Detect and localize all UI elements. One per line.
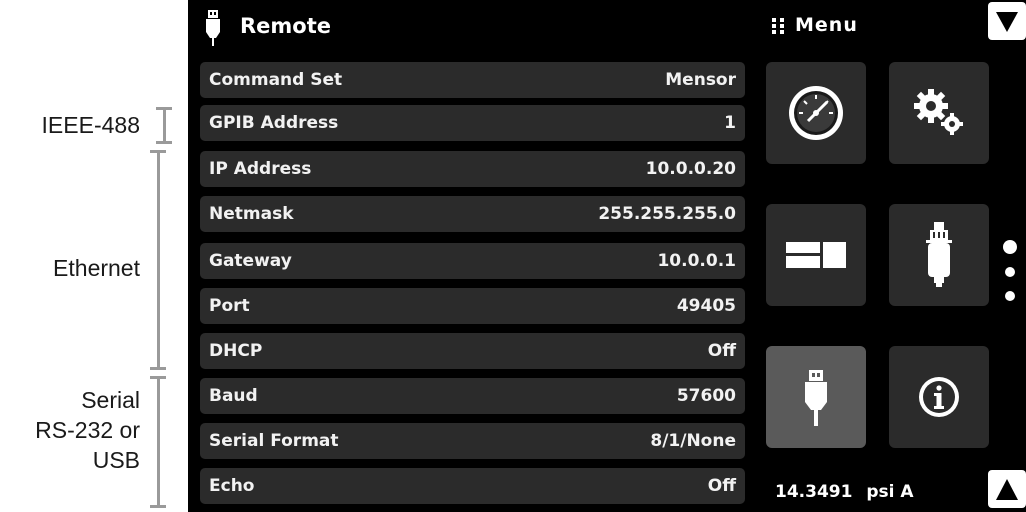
usb-plug-icon [206,10,220,46]
row-label: Command Set [209,70,343,90]
row-label: IP Address [209,159,312,179]
row-value: Mensor [665,70,736,90]
row-gpib-address[interactable]: GPIB Address 1 [200,105,745,141]
row-value: 57600 [676,386,736,406]
row-value: 49405 [676,296,736,316]
row-label: Netmask [209,204,294,224]
triangle-down-icon [996,12,1018,32]
tile-display[interactable] [766,204,866,306]
usb-plug-icon [805,370,827,426]
row-label: Baud [209,386,258,406]
transducer-icon [926,222,952,287]
row-label: DHCP [209,341,263,361]
row-label: Port [209,296,250,316]
gauge-icon [789,86,843,140]
row-echo[interactable]: Echo Off [200,468,745,504]
display-layout-icon [786,242,846,268]
row-baud[interactable]: Baud 57600 [200,378,745,414]
row-value: Off [707,341,736,361]
gears-icon [914,89,963,135]
row-value: 8/1/None [650,431,736,451]
row-value: 10.0.0.1 [657,251,736,271]
row-label: Serial Format [209,431,339,451]
row-netmask[interactable]: Netmask 255.255.255.0 [200,196,745,232]
tile-settings[interactable] [889,62,989,164]
row-label: GPIB Address [209,113,339,133]
scroll-up-button[interactable] [988,2,1026,40]
scroll-down-button[interactable] [988,470,1026,508]
row-serial-format[interactable]: Serial Format 8/1/None [200,423,745,459]
row-port[interactable]: Port 49405 [200,288,745,324]
page-indicator-dot [1005,291,1015,301]
row-gateway[interactable]: Gateway 10.0.0.1 [200,243,745,279]
grid-dots-icon [772,18,784,34]
row-value: 255.255.255.0 [598,204,736,224]
tile-remote[interactable] [766,346,866,448]
triangle-up-icon [996,479,1018,500]
page-indicator-dot-active [1003,240,1017,254]
device-screen: Remote Menu Command Set Mensor GPIB Addr… [188,0,1026,512]
info-icon [919,377,959,417]
page-indicator-dot [1005,267,1015,277]
menu-title: Menu [795,14,858,36]
page-title: Remote [240,14,332,38]
row-value: 1 [724,113,736,133]
tile-sensor[interactable] [889,204,989,306]
row-command-set[interactable]: Command Set Mensor [200,62,745,98]
tile-info[interactable] [889,346,989,448]
pressure-unit: psi A [866,482,914,502]
ethernet-annotation: Ethernet [53,255,140,281]
row-value: Off [707,476,736,496]
pressure-value: 14.3491 [775,482,853,502]
row-label: Gateway [209,251,292,271]
row-label: Echo [209,476,255,496]
row-dhcp[interactable]: DHCP Off [200,333,745,369]
ieee488-annotation: IEEE-488 [41,112,140,138]
row-value: 10.0.0.20 [645,159,736,179]
serial-annotation: Serial RS-232 or USB [35,387,140,473]
tile-gauge[interactable] [766,62,866,164]
title-bar: Remote [188,0,753,58]
row-ip-address[interactable]: IP Address 10.0.0.20 [200,151,745,187]
pressure-readout: 14.3491 psi A [775,482,914,502]
